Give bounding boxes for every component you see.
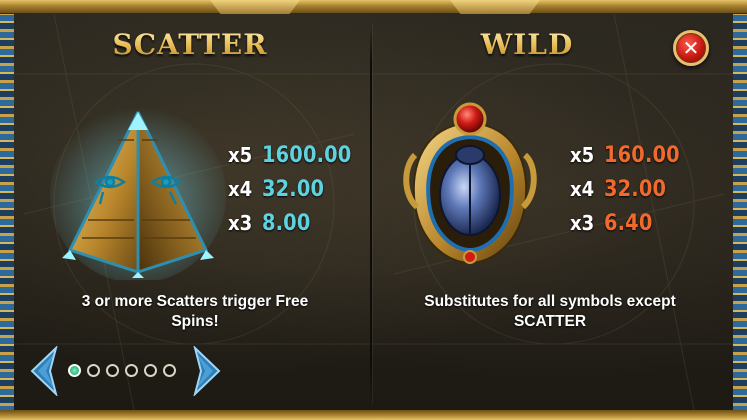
wild-description-line: SCATTER <box>513 313 587 330</box>
chevron-right-icon[interactable] <box>193 346 221 396</box>
frame-bottom-border <box>0 410 747 420</box>
scatter-description-line: Spins! <box>171 313 219 330</box>
frame-right-border <box>733 12 747 412</box>
scatter-title: SCATTER <box>100 28 280 66</box>
payout-row: x3 6.40 <box>570 206 690 240</box>
scatter-description-line: 3 or more Scatters trigger Free <box>81 293 309 310</box>
page-dot[interactable] <box>125 364 138 377</box>
payout-value: 8.00 <box>262 210 311 236</box>
close-icon: ✕ <box>682 36 700 60</box>
frame-left-border <box>0 12 14 412</box>
frame-top-border <box>0 0 747 14</box>
wild-description: Substitutes for all symbols except SCATT… <box>400 292 700 332</box>
wild-description-line: Substitutes for all symbols except <box>424 293 676 310</box>
column-divider <box>370 24 372 404</box>
page-indicator <box>68 364 176 377</box>
payout-multiplier: x3 <box>570 211 595 235</box>
payout-multiplier: x4 <box>570 177 595 201</box>
eye-pyramid-scatter-symbol <box>50 107 226 280</box>
payout-value: 160.00 <box>604 142 680 168</box>
payout-row: x5 1600.00 <box>228 138 364 172</box>
scarab-amulet-wild-symbol <box>403 102 537 265</box>
payout-multiplier: x3 <box>228 211 253 235</box>
payout-value: 1600.00 <box>262 142 352 168</box>
page-dot[interactable] <box>144 364 157 377</box>
wild-title: WILD <box>462 28 592 66</box>
payout-multiplier: x5 <box>228 143 253 167</box>
wild-paytable: x5 160.00 x4 32.00 x3 6.40 <box>570 138 690 240</box>
payout-multiplier: x5 <box>570 143 595 167</box>
payout-row: x4 32.00 <box>570 172 690 206</box>
scatter-paytable: x5 1600.00 x4 32.00 x3 8.00 <box>228 138 364 240</box>
payout-row: x3 8.00 <box>228 206 364 240</box>
page-dot[interactable] <box>163 364 176 377</box>
payout-multiplier: x4 <box>228 177 253 201</box>
payout-value: 32.00 <box>262 176 325 202</box>
close-button[interactable]: ✕ <box>673 30 709 66</box>
payout-row: x4 32.00 <box>228 172 364 206</box>
chevron-left-icon[interactable] <box>30 346 58 396</box>
scatter-description: 3 or more Scatters trigger Free Spins! <box>60 292 330 332</box>
page-dot[interactable] <box>87 364 100 377</box>
page-dot[interactable] <box>106 364 119 377</box>
payout-value: 32.00 <box>604 176 667 202</box>
payout-row: x5 160.00 <box>570 138 690 172</box>
page-dot-active[interactable] <box>68 364 81 377</box>
payout-value: 6.40 <box>604 210 653 236</box>
